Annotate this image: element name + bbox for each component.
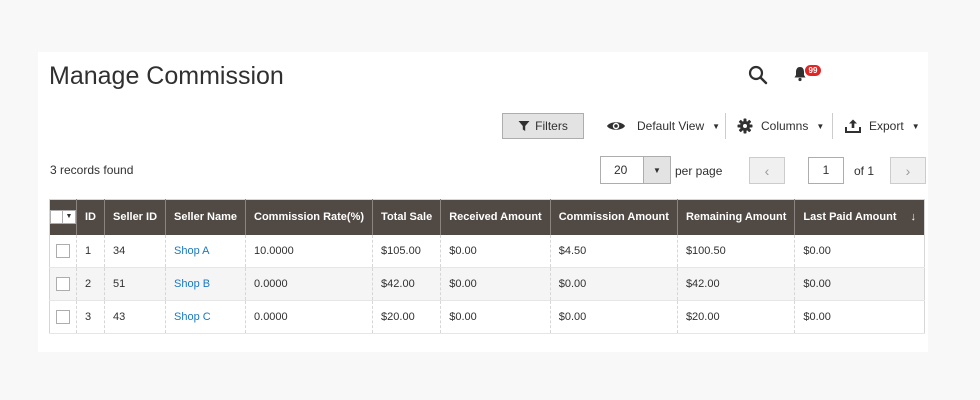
cell-seller-id: 34 bbox=[103, 234, 166, 268]
export-selector[interactable]: Export ▼ bbox=[845, 113, 920, 139]
toolbar-divider bbox=[725, 113, 726, 139]
row-checkbox[interactable] bbox=[56, 310, 70, 324]
chevron-left-icon: ‹ bbox=[764, 162, 770, 179]
cell-seller-name: Shop B bbox=[165, 267, 246, 301]
chevron-down-icon: ▼ bbox=[653, 165, 661, 175]
cell-remaining-amount: $20.00 bbox=[676, 300, 795, 334]
cell-commission-rate: 0.0000 bbox=[245, 267, 373, 301]
column-header-received-amount[interactable]: Received Amount bbox=[440, 199, 551, 235]
row-checkbox[interactable] bbox=[56, 277, 70, 291]
column-header-remaining-amount[interactable]: Remaining Amount bbox=[676, 199, 795, 235]
global-search-button[interactable] bbox=[745, 62, 771, 88]
next-page-button[interactable]: › bbox=[890, 157, 926, 184]
cell-last-paid-amount: $0.00 bbox=[794, 234, 925, 268]
export-label: Export bbox=[869, 119, 904, 133]
cell-total-sale: $20.00 bbox=[372, 300, 441, 334]
upload-icon bbox=[845, 119, 861, 133]
cell-seller-name: Shop C bbox=[165, 300, 246, 334]
records-found: 3 records found bbox=[50, 163, 134, 177]
eye-icon bbox=[607, 122, 625, 130]
cell-commission-rate: 0.0000 bbox=[245, 300, 373, 334]
table-row: 2 51 Shop B 0.0000 $42.00 $0.00 $0.00 $4… bbox=[49, 267, 925, 301]
filters-label: Filters bbox=[535, 119, 568, 133]
column-header-total-sale[interactable]: Total Sale bbox=[372, 199, 441, 235]
chevron-down-icon: ▼ bbox=[712, 121, 721, 131]
row-checkbox[interactable] bbox=[56, 243, 70, 258]
previous-page-button[interactable]: ‹ bbox=[749, 157, 785, 184]
chevron-down-icon: ▼ bbox=[911, 121, 920, 131]
chevron-right-icon: › bbox=[905, 162, 911, 179]
commission-grid: ▼ ID Seller ID Seller Name Commission Ra… bbox=[49, 199, 925, 334]
search-icon bbox=[748, 65, 768, 85]
gear-icon bbox=[737, 118, 753, 134]
notification-count-badge: 99 bbox=[804, 64, 822, 77]
cell-commission-amount: $0.00 bbox=[549, 267, 678, 301]
table-header-row: ▼ ID Seller ID Seller Name Commission Ra… bbox=[49, 199, 925, 235]
seller-name-link[interactable]: Shop B bbox=[174, 278, 210, 290]
view-label: Default View bbox=[637, 119, 705, 133]
cell-seller-id: 43 bbox=[103, 300, 166, 334]
cell-last-paid-amount: $0.00 bbox=[794, 267, 925, 301]
cell-commission-amount: $4.50 bbox=[549, 234, 678, 268]
table-row: 3 43 Shop C 0.0000 $20.00 $0.00 $0.00 $2… bbox=[49, 300, 925, 334]
cell-total-sale: $42.00 bbox=[372, 267, 441, 301]
columns-label: Columns bbox=[761, 119, 809, 133]
sort-arrow-icon: ↓ bbox=[910, 211, 917, 224]
toolbar-divider bbox=[832, 113, 833, 139]
funnel-icon bbox=[518, 121, 530, 131]
cell-total-sale: $105.00 bbox=[372, 234, 441, 268]
per-page-dropdown-button[interactable]: ▼ bbox=[643, 156, 671, 184]
seller-name-link[interactable]: Shop A bbox=[174, 245, 209, 257]
cell-remaining-amount: $100.50 bbox=[676, 234, 795, 268]
column-header-commission-rate[interactable]: Commission Rate(%) bbox=[245, 199, 373, 235]
cell-seller-id: 51 bbox=[103, 267, 166, 301]
cell-id: 2 bbox=[76, 267, 105, 301]
filters-button[interactable]: Filters bbox=[502, 113, 584, 139]
cell-commission-amount: $0.00 bbox=[549, 300, 678, 334]
page-title: Manage Commission bbox=[49, 62, 284, 90]
column-header-last-paid-amount[interactable]: Last Paid Amount ↓ bbox=[794, 199, 925, 235]
cell-commission-rate: 10.0000 bbox=[245, 234, 373, 268]
cell-received-amount: $0.00 bbox=[440, 234, 551, 268]
column-header-last-paid-amount-label: Last Paid Amount bbox=[803, 211, 897, 224]
seller-name-link[interactable]: Shop C bbox=[174, 311, 211, 323]
row-select-cell bbox=[50, 235, 77, 268]
column-header-seller-name[interactable]: Seller Name bbox=[165, 199, 246, 235]
notifications-button[interactable]: 99 bbox=[790, 62, 826, 88]
cell-last-paid-amount: $0.00 bbox=[794, 300, 925, 334]
total-pages-label: of 1 bbox=[854, 164, 875, 178]
row-select-cell bbox=[49, 267, 77, 301]
chevron-down-icon: ▼ bbox=[65, 213, 73, 221]
view-selector[interactable]: Default View ▼ bbox=[606, 113, 720, 139]
mass-select-checkbox[interactable]: ▼ bbox=[50, 210, 76, 225]
columns-selector[interactable]: Columns ▼ bbox=[737, 113, 824, 139]
column-header-seller-id[interactable]: Seller ID bbox=[103, 199, 166, 235]
cell-id: 3 bbox=[76, 300, 105, 334]
chevron-down-icon: ▼ bbox=[816, 121, 825, 131]
table-row: 1 34 Shop A 10.0000 $105.00 $0.00 $4.50 … bbox=[49, 234, 925, 268]
row-select-cell bbox=[50, 301, 77, 334]
cell-remaining-amount: $42.00 bbox=[676, 267, 795, 301]
cell-seller-name: Shop A bbox=[165, 234, 246, 268]
cell-received-amount: $0.00 bbox=[440, 300, 551, 334]
cell-received-amount: $0.00 bbox=[440, 267, 551, 301]
current-page-input[interactable]: 1 bbox=[808, 157, 844, 184]
cell-id: 1 bbox=[76, 234, 105, 268]
per-page-label: per page bbox=[675, 164, 723, 178]
mass-select-header: ▼ bbox=[49, 199, 77, 235]
per-page-input[interactable]: 20 bbox=[600, 156, 644, 184]
column-header-id[interactable]: ID bbox=[76, 199, 105, 235]
column-header-commission-amount[interactable]: Commission Amount bbox=[549, 199, 678, 235]
